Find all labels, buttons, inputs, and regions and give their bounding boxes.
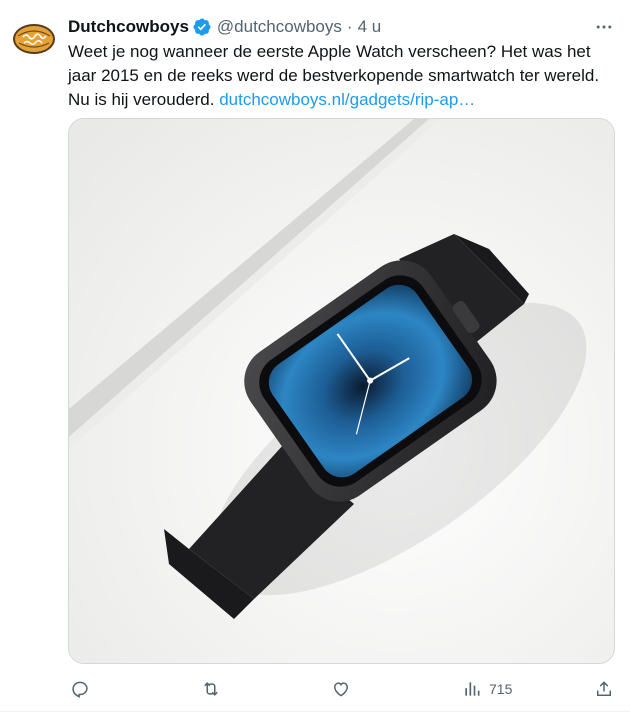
tweet-text: Weet je nog wanneer de eerste Apple Watc… <box>68 40 618 112</box>
tweet-link[interactable]: dutchcowboys.nl/gadgets/rip-ap… <box>219 90 475 109</box>
share-button[interactable] <box>594 676 614 702</box>
analytics-icon <box>465 682 480 696</box>
dutchcowboys-logo <box>13 24 55 54</box>
share-icon <box>597 681 611 696</box>
retweet-icon <box>204 682 218 696</box>
author-display-name[interactable]: Dutchcowboys <box>68 16 189 38</box>
reply-button[interactable] <box>70 676 90 702</box>
tweet-timestamp[interactable]: 4 u <box>358 16 382 38</box>
avatar[interactable] <box>12 22 56 56</box>
author-handle[interactable]: @dutchcowboys <box>217 16 342 38</box>
heart-icon <box>333 682 349 697</box>
verified-badge-icon <box>192 17 212 37</box>
more-options-icon[interactable] <box>592 16 616 38</box>
views-count: 715 <box>489 681 513 697</box>
separator-dot: · <box>346 17 353 36</box>
apple-watch-photo <box>69 119 614 663</box>
views-button[interactable]: 715 <box>462 676 512 702</box>
tweet-header: Dutchcowboys @dutchcowboys · 4 u <box>68 16 381 38</box>
retweet-button[interactable] <box>201 676 221 702</box>
tweet-media-image[interactable] <box>68 118 615 664</box>
tweet-actions: 715 <box>64 676 624 702</box>
like-button[interactable] <box>331 676 351 702</box>
reply-icon <box>72 681 88 698</box>
tweet[interactable]: Dutchcowboys @dutchcowboys · 4 u Weet je… <box>0 0 630 712</box>
